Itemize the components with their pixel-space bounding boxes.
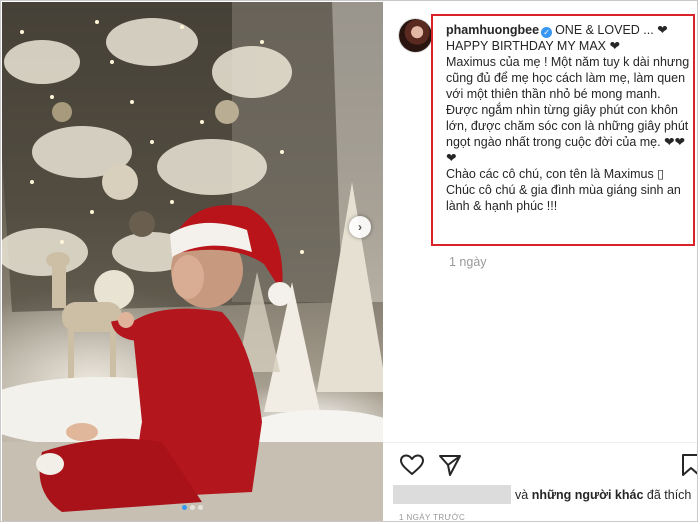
bookmark-icon: [682, 454, 697, 476]
carousel-next-button[interactable]: ›: [349, 216, 371, 238]
caption-timestamp: 1 ngày: [449, 255, 487, 269]
carousel-dot-3: [198, 505, 203, 510]
heart-icon: [400, 454, 424, 475]
photo-illustration: [2, 2, 383, 521]
instagram-post-frame: › phamhuongbee ✓ ONE & LOVED ... ❤ HAPPY B…: [0, 0, 698, 522]
likes-suffix: đã thích: [646, 488, 692, 502]
chevron-right-icon: ›: [358, 220, 362, 234]
share-button[interactable]: [437, 452, 463, 478]
carousel-dot-2: [190, 505, 195, 510]
carousel-dots: [2, 505, 383, 510]
carousel-dot-1: [182, 505, 187, 510]
blurred-liker-name: [393, 485, 511, 504]
likes-others-link[interactable]: những người khác: [532, 488, 644, 502]
actions-divider: [383, 442, 697, 443]
caption-highlight-box: [431, 14, 695, 246]
save-button[interactable]: [678, 452, 697, 478]
post-actions: [399, 452, 697, 478]
share-icon: [439, 455, 461, 476]
post-photo[interactable]: ›: [2, 2, 383, 521]
likes-prefix: và: [515, 488, 529, 502]
likes-summary: và những người khác đã thích: [393, 485, 691, 504]
post-date[interactable]: 1 NGÀY TRƯỚC: [399, 513, 465, 521]
avatar[interactable]: [399, 19, 432, 52]
post-side-panel: phamhuongbee ✓ ONE & LOVED ... ❤ HAPPY BIR…: [383, 2, 697, 521]
like-button[interactable]: [399, 452, 425, 478]
